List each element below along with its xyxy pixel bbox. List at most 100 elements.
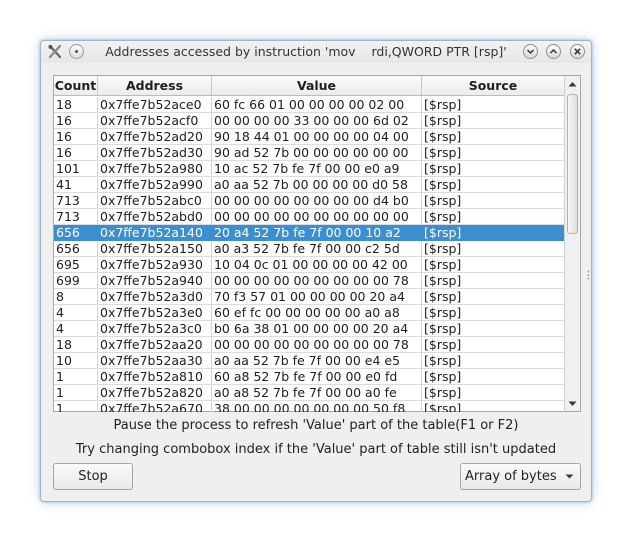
cell-source: [$rsp]: [422, 145, 565, 161]
window-title: Addresses accessed by instruction 'mov r…: [105, 44, 507, 59]
cell-address: 0x7ffe7b52a670: [98, 401, 212, 412]
display-type-combobox[interactable]: Array of bytes: [460, 463, 581, 490]
close-icon: [574, 48, 581, 55]
cell-count: 18: [54, 337, 98, 353]
cell-value: 90 18 44 01 00 00 00 00 04 00: [212, 129, 422, 145]
cell-value: 00 00 00 00 00 00 00 00 00 78: [212, 337, 422, 353]
table-row[interactable]: 656 0x7ffe7b52a140 20 a4 52 7b fe 7f 00 00…: [54, 225, 565, 241]
cell-source: [$rsp]: [422, 113, 565, 129]
table-row[interactable]: 10 0x7ffe7b52aa30 a0 aa 52 7b fe 7f 00 00 …: [54, 353, 565, 369]
cell-value: 60 ef fc 00 00 00 00 00 a0 a8: [212, 305, 422, 321]
app-icon: [47, 44, 63, 60]
table-row[interactable]: 1 0x7ffe7b52a670 38 00 00 00 00 00 00 00 5…: [54, 401, 565, 412]
cell-address: 0x7ffe7b52a820: [98, 385, 212, 401]
cell-count: 4: [54, 305, 98, 321]
cell-count: 1: [54, 369, 98, 385]
column-header-address[interactable]: Address: [98, 76, 212, 95]
scroll-up-button[interactable]: [565, 76, 580, 91]
cell-source: [$rsp]: [422, 257, 565, 273]
table-row[interactable]: 1 0x7ffe7b52a810 60 a8 52 7b fe 7f 00 00 e…: [54, 369, 565, 385]
scrollbar-thumb[interactable]: [567, 94, 578, 234]
refresh-hint-text: Pause the process to refresh 'Value' par…: [113, 418, 519, 433]
cell-value: 38 00 00 00 00 00 00 00 50 f8: [212, 401, 422, 412]
cell-source: [$rsp]: [422, 193, 565, 209]
cell-source: [$rsp]: [422, 401, 565, 412]
cell-address: 0x7ffe7b52ace0: [98, 97, 212, 113]
titlebar[interactable]: Addresses accessed by instruction 'mov r…: [41, 41, 591, 63]
maximize-button[interactable]: [546, 44, 561, 59]
table-row[interactable]: 8 0x7ffe7b52a3d0 70 f3 57 01 00 00 00 00 2…: [54, 289, 565, 305]
table-row[interactable]: 713 0x7ffe7b52abd0 00 00 00 00 00 00 00 00…: [54, 209, 565, 225]
cell-source: [$rsp]: [422, 369, 565, 385]
cell-count: 713: [54, 209, 98, 225]
column-header-source[interactable]: Source: [422, 76, 565, 95]
table-row[interactable]: 16 0x7ffe7b52acf0 00 00 00 00 33 00 00 00 …: [54, 113, 565, 129]
cell-value: b0 6a 38 01 00 00 00 00 20 a4: [212, 321, 422, 337]
cell-count: 16: [54, 113, 98, 129]
cell-address: 0x7ffe7b52aa30: [98, 353, 212, 369]
cell-source: [$rsp]: [422, 97, 565, 113]
cell-value: 00 00 00 00 33 00 00 00 6d 02: [212, 113, 422, 129]
cell-address: 0x7ffe7b52a930: [98, 257, 212, 273]
cell-value: a0 aa 52 7b 00 00 00 00 d0 58: [212, 177, 422, 193]
cell-count: 656: [54, 225, 98, 241]
window-menu-button[interactable]: [69, 44, 84, 59]
table-header: Count Address Value Source: [54, 76, 565, 96]
cell-count: 713: [54, 193, 98, 209]
cell-value: 60 a8 52 7b fe 7f 00 00 e0 fd: [212, 369, 422, 385]
cell-address: 0x7ffe7b52acf0: [98, 113, 212, 129]
cell-count: 101: [54, 161, 98, 177]
cell-count: 10: [54, 353, 98, 369]
table-row[interactable]: 1 0x7ffe7b52a820 a0 a8 52 7b fe 7f 00 00 a…: [54, 385, 565, 401]
column-header-count[interactable]: Count: [54, 76, 98, 95]
table-row[interactable]: 695 0x7ffe7b52a930 10 04 0c 01 00 00 00 00…: [54, 257, 565, 273]
cell-source: [$rsp]: [422, 241, 565, 257]
cell-source: [$rsp]: [422, 225, 565, 241]
cell-value: 60 fc 66 01 00 00 00 00 02 00: [212, 97, 422, 113]
table-row[interactable]: 713 0x7ffe7b52abc0 00 00 00 00 00 00 00 00…: [54, 193, 565, 209]
combobox-hint-text: Try changing combobox index if the 'Valu…: [75, 442, 557, 457]
table-row[interactable]: 41 0x7ffe7b52a990 a0 aa 52 7b 00 00 00 00 …: [54, 177, 565, 193]
cell-address: 0x7ffe7b52a3d0: [98, 289, 212, 305]
cell-value: 90 ad 52 7b 00 00 00 00 00 00: [212, 145, 422, 161]
table-row[interactable]: 699 0x7ffe7b52a940 00 00 00 00 00 00 00 00…: [54, 273, 565, 289]
chevron-down-icon: [565, 474, 574, 479]
table-row[interactable]: 18 0x7ffe7b52ace0 60 fc 66 01 00 00 00 00 …: [54, 97, 565, 113]
addresses-table[interactable]: Count Address Value Source 18 0x7ffe7b52a…: [53, 75, 581, 412]
scroll-down-icon: [568, 401, 577, 406]
cell-value: a0 a8 52 7b fe 7f 00 00 a0 fe: [212, 385, 422, 401]
table-row[interactable]: 16 0x7ffe7b52ad30 90 ad 52 7b 00 00 00 00 …: [54, 145, 565, 161]
cell-source: [$rsp]: [422, 289, 565, 305]
cell-address: 0x7ffe7b52ad20: [98, 129, 212, 145]
table-row[interactable]: 656 0x7ffe7b52a150 a0 a3 52 7b fe 7f 00 00…: [54, 241, 565, 257]
minimize-icon: [526, 49, 535, 55]
cell-count: 18: [54, 97, 98, 113]
column-header-value[interactable]: Value: [212, 76, 422, 95]
close-button[interactable]: [570, 44, 585, 59]
cell-address: 0x7ffe7b52a990: [98, 177, 212, 193]
cell-address: 0x7ffe7b52abc0: [98, 193, 212, 209]
table-row[interactable]: 18 0x7ffe7b52aa20 00 00 00 00 00 00 00 00 …: [54, 337, 565, 353]
cell-source: [$rsp]: [422, 209, 565, 225]
cell-source: [$rsp]: [422, 305, 565, 321]
scroll-down-button[interactable]: [565, 396, 580, 411]
vertical-scrollbar[interactable]: [564, 76, 580, 411]
cell-count: 1: [54, 385, 98, 401]
table-row[interactable]: 4 0x7ffe7b52a3e0 60 ef fc 00 00 00 00 00 a…: [54, 305, 565, 321]
minimize-button[interactable]: [523, 44, 538, 59]
cell-address: 0x7ffe7b52ad30: [98, 145, 212, 161]
cell-source: [$rsp]: [422, 129, 565, 145]
cell-count: 16: [54, 145, 98, 161]
scroll-up-icon: [568, 81, 577, 86]
cell-count: 699: [54, 273, 98, 289]
cell-value: a0 aa 52 7b fe 7f 00 00 e4 e5: [212, 353, 422, 369]
stop-button[interactable]: Stop: [53, 463, 133, 490]
table-body: 18 0x7ffe7b52ace0 60 fc 66 01 00 00 00 00 …: [54, 97, 565, 412]
cell-count: 8: [54, 289, 98, 305]
table-row[interactable]: 16 0x7ffe7b52ad20 90 18 44 01 00 00 00 00 …: [54, 129, 565, 145]
table-row[interactable]: 4 0x7ffe7b52a3c0 b0 6a 38 01 00 00 00 00 2…: [54, 321, 565, 337]
resize-grip-icon[interactable]: [587, 269, 590, 280]
cell-source: [$rsp]: [422, 321, 565, 337]
table-row[interactable]: 101 0x7ffe7b52a980 10 ac 52 7b fe 7f 00 00…: [54, 161, 565, 177]
cell-value: 20 a4 52 7b fe 7f 00 00 10 a2: [212, 225, 422, 241]
